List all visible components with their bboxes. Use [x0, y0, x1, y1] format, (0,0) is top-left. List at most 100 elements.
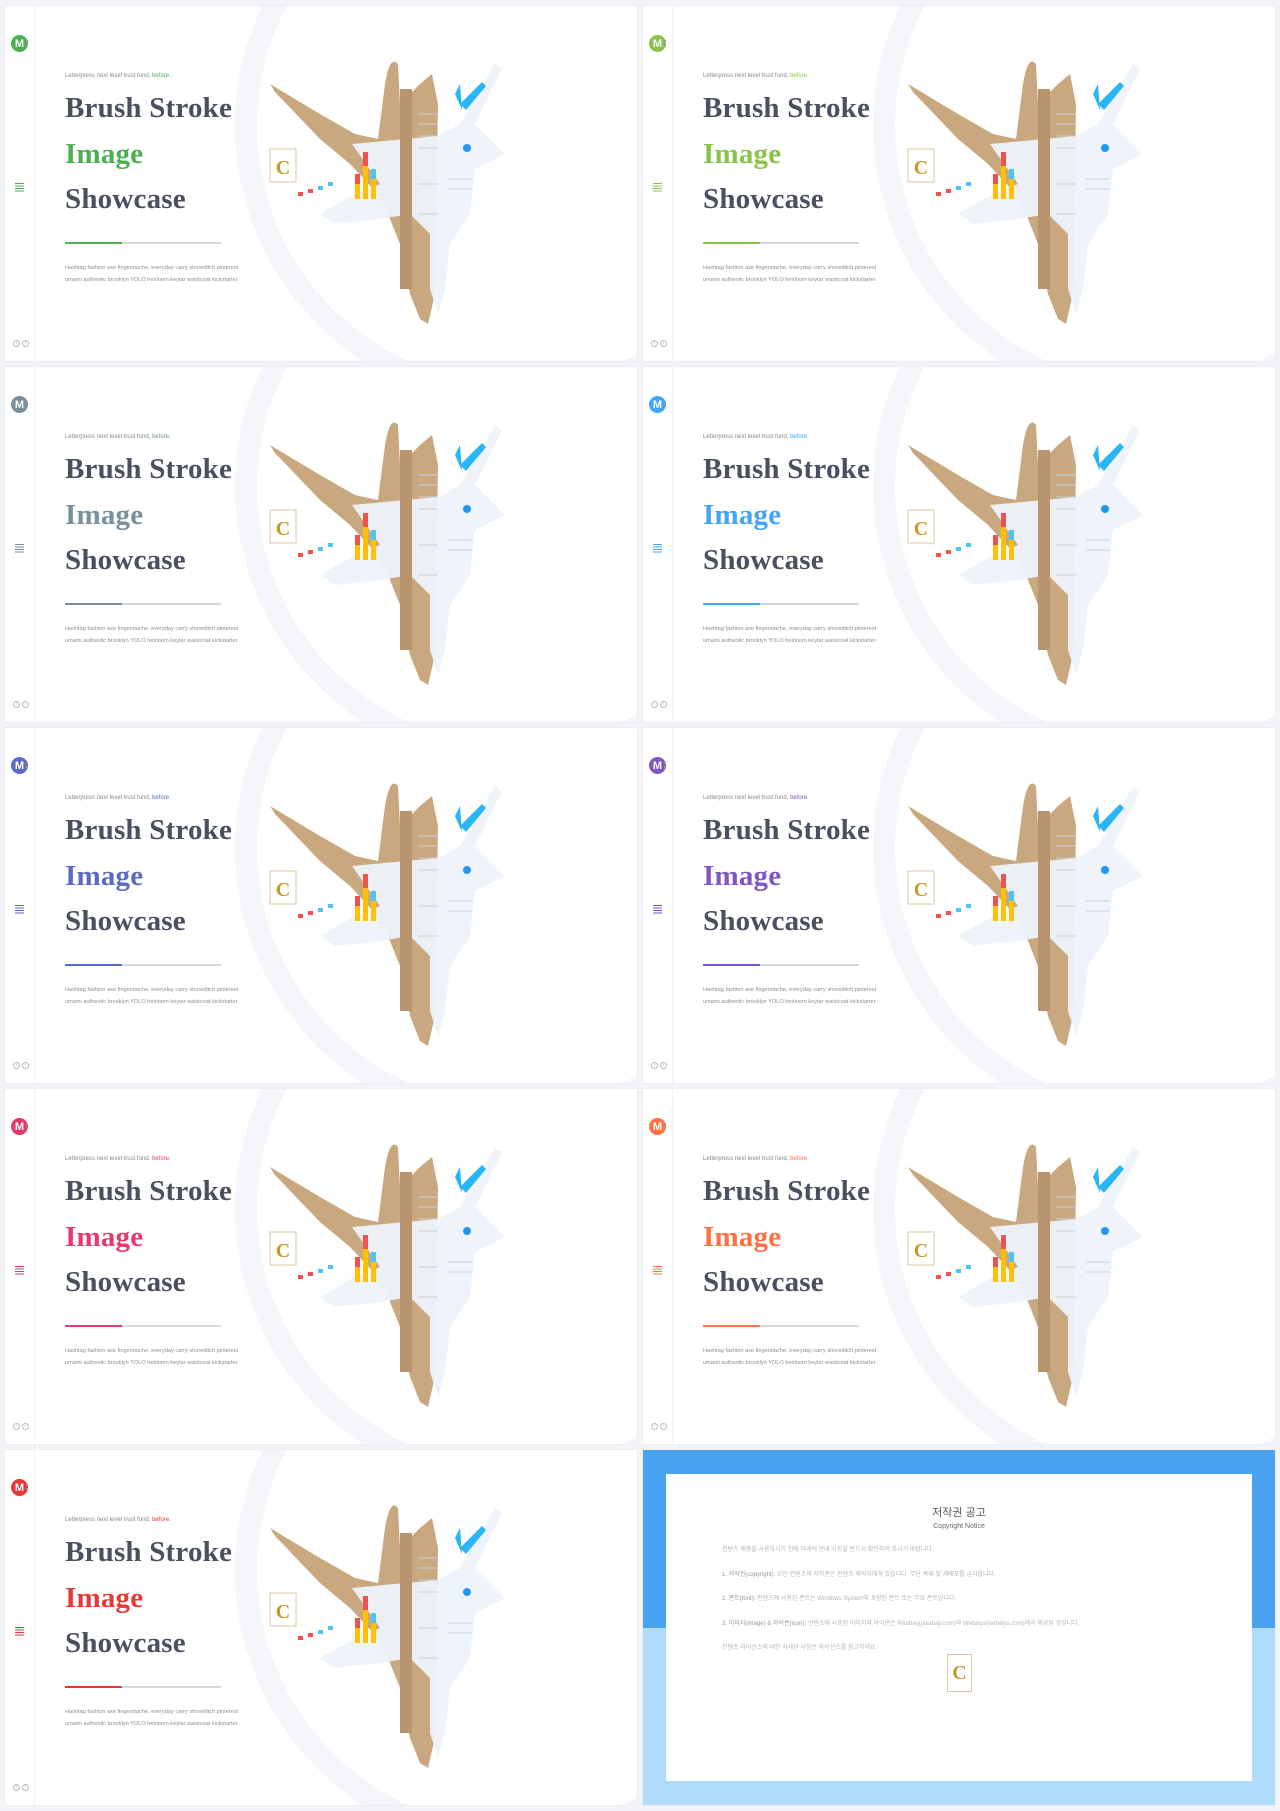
- blue-accent-stroke: [455, 1167, 462, 1193]
- description-line: umami authentic brooklyn YOLO heirloom k…: [65, 1360, 239, 1366]
- menu-icon[interactable]: [653, 183, 662, 192]
- prev-arrow-icon[interactable]: ‹: [13, 1784, 20, 1791]
- wood-panel: [1038, 450, 1050, 650]
- title-line-2: Image: [703, 860, 782, 892]
- description-line: Hashtag fashion axe fingerstache, everyd…: [703, 987, 877, 993]
- menu-icon[interactable]: [15, 544, 24, 553]
- prev-arrow-icon[interactable]: ‹: [13, 340, 20, 347]
- brush-stroke-image: C: [907, 422, 1143, 685]
- slide-thumbnail[interactable]: M ‹ › Letterpress next level trust fund, …: [5, 1089, 637, 1444]
- slide-nav-arrows: ‹ ›: [651, 340, 667, 347]
- prev-arrow-icon[interactable]: ‹: [13, 701, 20, 708]
- next-arrow-icon[interactable]: ›: [22, 1062, 29, 1069]
- prev-arrow-icon[interactable]: ‹: [651, 701, 658, 708]
- brand-logo-icon: M: [11, 396, 28, 413]
- blue-accent-stroke: [1093, 84, 1100, 110]
- menu-icon[interactable]: [653, 1266, 662, 1275]
- next-arrow-icon[interactable]: ›: [22, 340, 29, 347]
- copyright-outro: 컨텐츠 라이선스에 대한 자세한 사항은 라이선스를 참고하세요.: [722, 1645, 878, 1651]
- prev-arrow-icon[interactable]: ‹: [651, 1062, 658, 1069]
- next-arrow-icon[interactable]: ›: [22, 1784, 29, 1791]
- menu-icon[interactable]: [653, 905, 662, 914]
- copyright-notice-slide[interactable]: 저작권 공고 Copyright Notice 컨텐츠 제품을 사용하시기 전에…: [643, 1450, 1275, 1805]
- tagline: Letterpress next level trust fund, befor…: [65, 73, 171, 79]
- menu-icon[interactable]: [15, 1627, 24, 1636]
- menu-icon[interactable]: [15, 1266, 24, 1275]
- next-arrow-icon[interactable]: ›: [660, 1423, 667, 1430]
- title-divider: [65, 1686, 221, 1688]
- menu-icon[interactable]: [15, 183, 24, 192]
- slide-thumbnail[interactable]: M ‹ › Letterpress next level trust fund, …: [643, 6, 1275, 361]
- title-line-3: Showcase: [703, 544, 824, 576]
- copyright-paragraph-3: 3. 이미지(image) & 아이콘(icon): 컨텐츠에 사용된 이미지와…: [722, 1618, 1196, 1631]
- wood-panel: [1038, 89, 1050, 289]
- brush-stroke-image: C: [269, 61, 505, 324]
- prev-arrow-icon[interactable]: ‹: [651, 340, 658, 347]
- info-icon: [1101, 866, 1109, 874]
- tagline-text: Letterpress next level trust fund,: [65, 434, 151, 440]
- slide-nav-arrows: ‹ ›: [651, 1062, 667, 1069]
- description-line: umami authentic brooklyn YOLO heirloom k…: [703, 999, 877, 1005]
- description-line: Hashtag fashion axe fingerstache, everyd…: [703, 265, 877, 271]
- slide-thumbnail[interactable]: M ‹ › Letterpress next level trust fund, …: [5, 367, 637, 722]
- tagline-text: Letterpress next level trust fund,: [703, 73, 789, 79]
- slide-thumbnail[interactable]: M ‹ › Letterpress next level trust fund, …: [643, 728, 1275, 1083]
- description-line: Hashtag fashion axe fingerstache, everyd…: [65, 987, 239, 993]
- next-arrow-icon[interactable]: ›: [660, 1062, 667, 1069]
- slide-thumbnail[interactable]: M ‹ › Letterpress next level trust fund, …: [5, 728, 637, 1083]
- slide-nav-arrows: ‹ ›: [651, 1423, 667, 1430]
- prev-arrow-icon[interactable]: ‹: [13, 1423, 20, 1430]
- title-divider: [65, 964, 221, 966]
- brand-logo-icon: M: [649, 35, 666, 52]
- next-arrow-icon[interactable]: ›: [660, 701, 667, 708]
- slide-sidebar: M ‹ ›: [643, 1089, 673, 1444]
- tagline-text: Letterpress next level trust fund,: [703, 795, 789, 801]
- title-line-1: Brush Stroke: [65, 1536, 233, 1568]
- next-arrow-icon[interactable]: ›: [660, 340, 667, 347]
- tagline-text: Letterpress next level trust fund,: [703, 1156, 789, 1162]
- next-arrow-icon[interactable]: ›: [22, 1423, 29, 1430]
- mini-bar-chart: [298, 1596, 376, 1643]
- title-line-1: Brush Stroke: [703, 1175, 871, 1207]
- info-icon: [463, 866, 471, 874]
- title-line-2: Image: [703, 1221, 782, 1253]
- menu-icon[interactable]: [653, 544, 662, 553]
- tagline-accent: before.: [152, 73, 171, 79]
- title-line-3: Showcase: [65, 544, 186, 576]
- logo-letter: M: [14, 1481, 25, 1494]
- title-line-3: Showcase: [703, 183, 824, 215]
- mini-bar-chart: [298, 152, 376, 199]
- slide-sidebar: M ‹ ›: [5, 1089, 35, 1444]
- slide-thumbnail[interactable]: M ‹ › Letterpress next level trust fund, …: [5, 1450, 637, 1805]
- prev-arrow-icon[interactable]: ‹: [13, 1062, 20, 1069]
- prev-arrow-icon[interactable]: ‹: [651, 1423, 658, 1430]
- contents-badge-letter: C: [276, 1240, 290, 1262]
- wood-panel: [400, 89, 412, 289]
- copyright-paragraph-1: 1. 저작권(copyright): 모든 컨텐츠의 저작권은 컨텐츠 제작자에…: [722, 1569, 1196, 1582]
- brand-logo-icon: M: [649, 1118, 666, 1135]
- slide-thumbnail[interactable]: M ‹ › Letterpress next level trust fund, …: [643, 367, 1275, 722]
- title-line-1: Brush Stroke: [703, 92, 871, 124]
- slide-sidebar: M ‹ ›: [5, 6, 35, 361]
- info-icon: [463, 1227, 471, 1235]
- slide-thumbnail[interactable]: M ‹ › Letterpress next level trust fund, …: [643, 1089, 1275, 1444]
- logo-letter: M: [652, 398, 663, 411]
- title-line-3: Showcase: [65, 183, 186, 215]
- next-arrow-icon[interactable]: ›: [22, 701, 29, 708]
- brand-logo-icon: M: [11, 757, 28, 774]
- menu-icon[interactable]: [15, 905, 24, 914]
- wood-panel: [400, 1172, 412, 1372]
- contents-badge-letter: C: [276, 518, 290, 540]
- wood-panel: [400, 1533, 412, 1733]
- description: Hashtag fashion axe fingerstache, everyd…: [703, 262, 903, 286]
- slide-thumbnail[interactable]: M ‹ › Letterpress next level trust fund, …: [5, 6, 637, 361]
- contents-badge-letter: C: [276, 1601, 290, 1623]
- slide-nav-arrows: ‹ ›: [13, 1423, 29, 1430]
- info-icon: [463, 505, 471, 513]
- mini-bar-chart: [936, 513, 1014, 560]
- wood-panel: [1038, 1172, 1050, 1372]
- copyright-subtitle: Copyright Notice: [933, 1523, 985, 1530]
- logo-letter: M: [14, 37, 25, 50]
- title-line-1: Brush Stroke: [703, 814, 871, 846]
- tagline: Letterpress next level trust fund, befor…: [703, 795, 809, 801]
